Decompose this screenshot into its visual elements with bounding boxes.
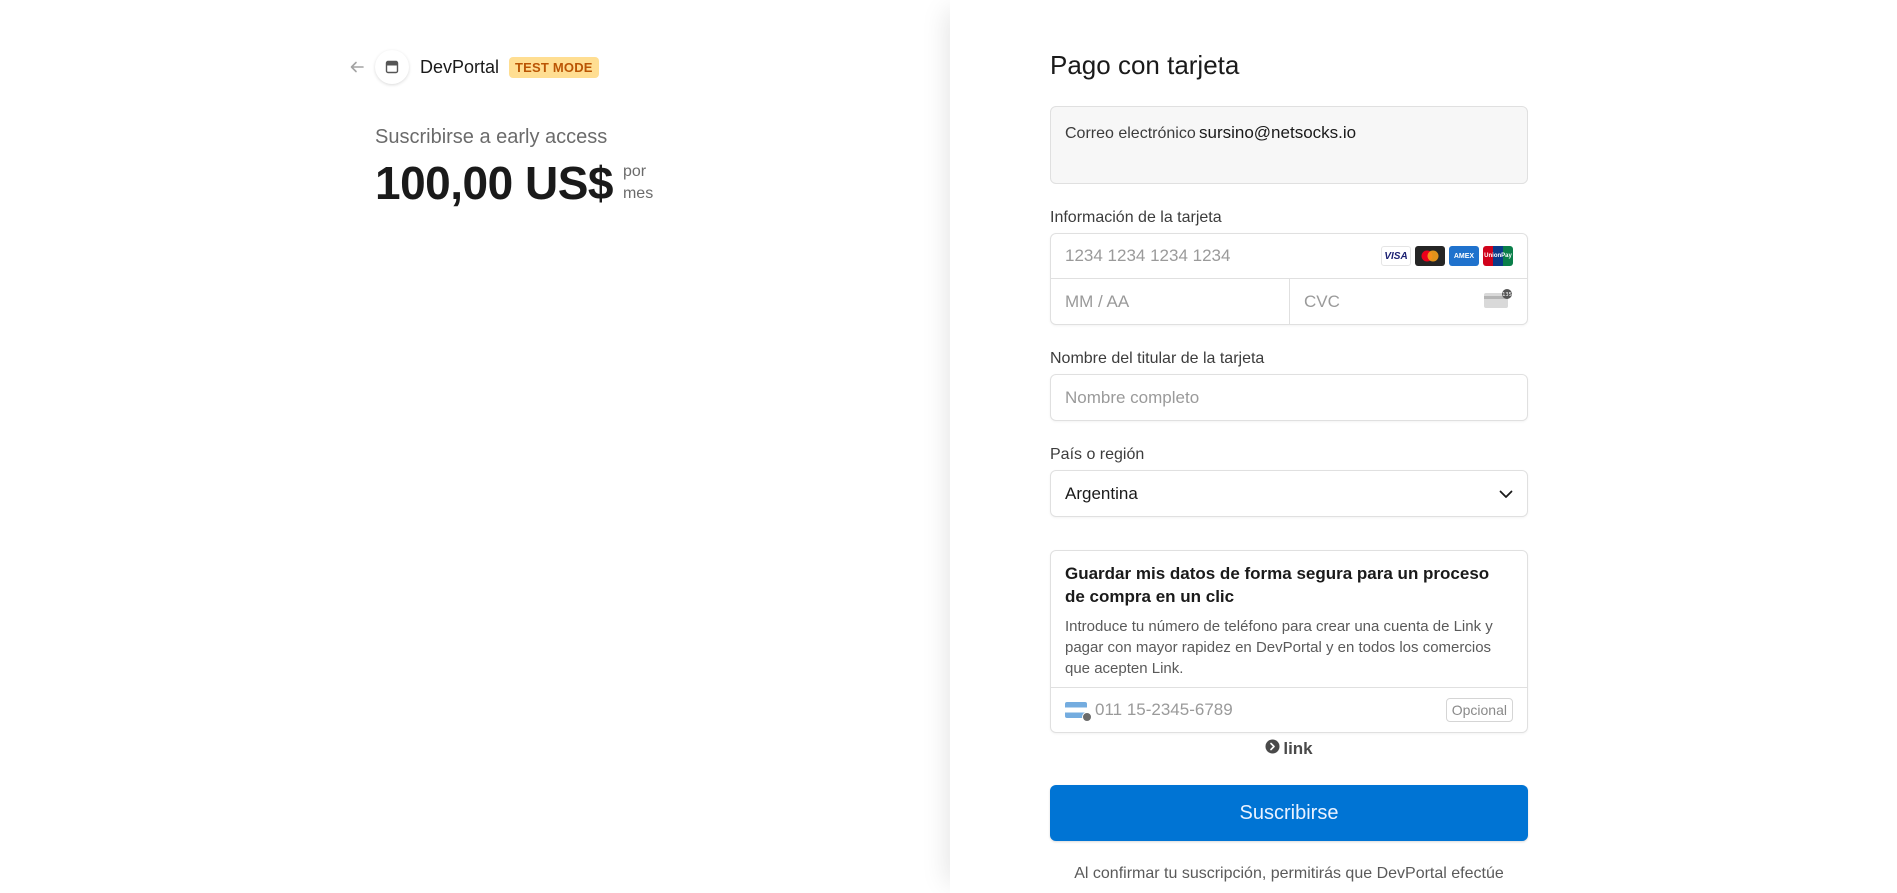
interval-line-2: mes: [622, 185, 654, 202]
price-amount: 100,00 US$: [375, 157, 613, 209]
terms-text: Al confirmar tu suscripción, permitirás …: [1074, 865, 1504, 882]
unionpay-icon: UnionPay: [1483, 246, 1513, 266]
cardholder-group: Nombre del titular de la tarjeta Nombre …: [1050, 350, 1528, 421]
card-input-box: 1234 1234 1234 1234 VISA AMEX UnionPay M…: [1050, 233, 1528, 325]
subscribe-button[interactable]: Suscribirse: [1050, 785, 1528, 841]
payment-form: Pago con tarjeta Correo electrónico surs…: [1050, 50, 1528, 885]
link-description: Introduce tu número de teléfono para cre…: [1065, 618, 1493, 677]
price-row: 100,00 US$ por mes: [375, 156, 653, 210]
product-name: Suscribirse a early access: [375, 126, 608, 148]
card-info-group: Información de la tarjeta 1234 1234 1234…: [1050, 209, 1528, 325]
order-summary-panel: DevPortal TEST MODE Suscribirse a early …: [0, 0, 950, 893]
phone-input[interactable]: 011 15-2345-6789 Opcional: [1051, 687, 1527, 732]
country-group: País o región Argentina: [1050, 446, 1528, 517]
card-cvc-icon: 135: [1483, 289, 1513, 314]
cardholder-placeholder: Nombre completo: [1065, 387, 1200, 407]
link-logo-icon: [1265, 739, 1280, 759]
phone-placeholder: 011 15-2345-6789: [1095, 700, 1233, 719]
link-title: Guardar mis datos de forma segura para u…: [1065, 564, 1490, 606]
card-info-label: Información de la tarjeta: [1050, 209, 1222, 226]
card-bottom-row: MM / AA CVC 135: [1051, 279, 1527, 324]
country-label: País o región: [1050, 446, 1145, 463]
merchant-header: DevPortal TEST MODE: [345, 50, 599, 84]
svg-text:135: 135: [1502, 292, 1512, 298]
visa-icon: VISA: [1381, 246, 1411, 266]
cvc-placeholder: CVC: [1304, 291, 1340, 311]
payment-panel: Pago con tarjeta Correo electrónico surs…: [950, 0, 1897, 893]
interval-line-1: por: [622, 163, 647, 180]
email-label: Correo electrónico: [1065, 125, 1196, 142]
link-info: Guardar mis datos de forma segura para u…: [1051, 551, 1527, 687]
price-interval: por mes: [623, 161, 653, 205]
expiry-placeholder: MM / AA: [1065, 291, 1130, 311]
optional-badge: Opcional: [1445, 698, 1513, 722]
email-value: sursino@netsocks.io: [1199, 123, 1357, 142]
country-value: Argentina: [1065, 483, 1138, 503]
form-title: Pago con tarjeta: [1050, 50, 1240, 80]
country-select[interactable]: Argentina: [1050, 470, 1528, 517]
card-number-placeholder: 1234 1234 1234 1234: [1065, 246, 1231, 265]
email-field: Correo electrónico sursino@netsocks.io: [1050, 106, 1528, 184]
amex-icon: AMEX: [1449, 246, 1479, 266]
storefront-icon: [375, 50, 409, 84]
link-brand: link: [1050, 739, 1528, 759]
mastercard-icon: [1415, 246, 1445, 266]
merchant-name: DevPortal: [420, 56, 500, 77]
argentina-flag-icon: [1065, 702, 1092, 722]
link-signup-box: Guardar mis datos de forma segura para u…: [1050, 550, 1528, 733]
expiry-input[interactable]: MM / AA: [1051, 279, 1290, 324]
arrow-left-icon[interactable]: [345, 55, 369, 79]
card-number-input[interactable]: 1234 1234 1234 1234 VISA AMEX UnionPay: [1051, 234, 1527, 279]
card-brand-logos: VISA AMEX UnionPay: [1381, 246, 1513, 266]
cardholder-name-input[interactable]: Nombre completo: [1050, 374, 1528, 421]
test-mode-badge: TEST MODE: [509, 56, 599, 78]
link-brand-text: link: [1283, 739, 1313, 758]
cvc-input[interactable]: CVC 135: [1290, 279, 1527, 324]
cardholder-label: Nombre del titular de la tarjeta: [1050, 350, 1265, 367]
chevron-down-icon: [1499, 484, 1513, 504]
